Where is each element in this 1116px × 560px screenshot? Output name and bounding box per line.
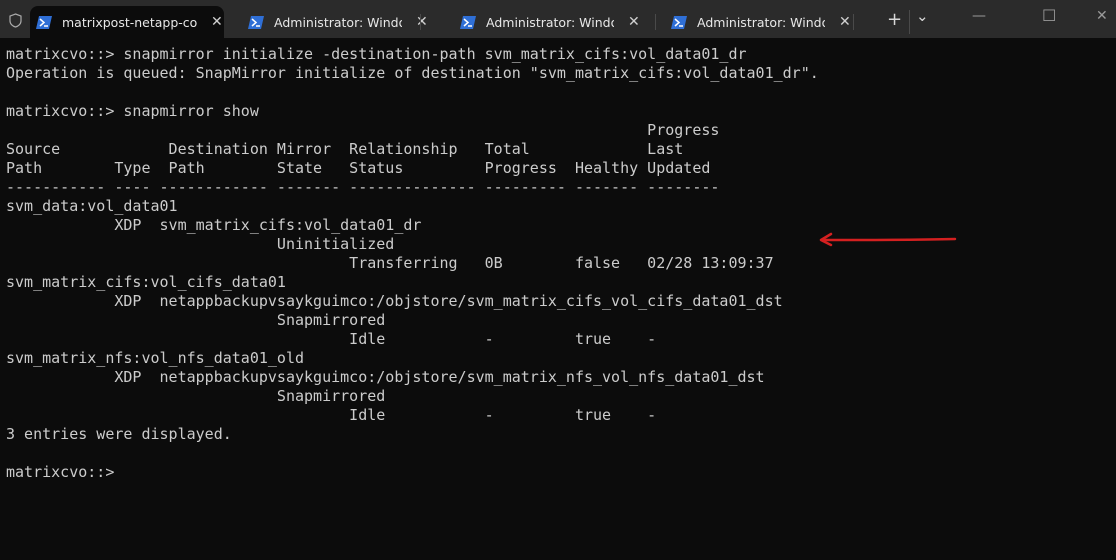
- maximize-button[interactable]: ☐: [1042, 6, 1056, 25]
- terminal-line: Snapmirrored: [6, 387, 386, 405]
- tab-separator: [853, 14, 854, 30]
- tab-label: Administrator: Windows PowerShell: [486, 14, 614, 30]
- tab-matrixpost[interactable]: matrixpost-netapp-conn ✕: [30, 6, 224, 38]
- minimize-button[interactable]: —: [972, 8, 986, 24]
- terminal-line: matrixcvo::>: [6, 463, 124, 481]
- terminal-line: Progress: [6, 121, 720, 139]
- terminal-line: XDP netappbackupvsaykguimco:/objstore/sv…: [6, 292, 783, 310]
- tab-powershell-1[interactable]: Administrator: Windows PowerShell ✕: [242, 6, 434, 38]
- powershell-icon: [36, 15, 52, 29]
- tab-powershell-2[interactable]: Administrator: Windows PowerShell ✕: [454, 6, 646, 38]
- powershell-icon: [671, 15, 687, 29]
- tab-label: Administrator: Windows PowerShell: [274, 14, 402, 30]
- close-tab-icon[interactable]: ✕: [628, 14, 640, 30]
- tab-separator: [909, 10, 910, 34]
- terminal-line: Snapmirrored: [6, 311, 386, 329]
- powershell-icon: [460, 15, 476, 29]
- shield-icon: [9, 13, 22, 28]
- close-tab-icon[interactable]: ✕: [211, 14, 223, 30]
- terminal-line: Source Destination Mirror Relationship T…: [6, 140, 684, 158]
- terminal-line: XDP netappbackupvsaykguimco:/objstore/sv…: [6, 368, 765, 386]
- tab-separator: [420, 14, 421, 30]
- terminal-line: Transferring 0B false 02/28 13:09:37: [6, 254, 774, 272]
- close-tab-icon[interactable]: ✕: [839, 14, 851, 30]
- tab-dropdown-button[interactable]: ⌄: [916, 7, 929, 25]
- terminal-line: Operation is queued: SnapMirror initiali…: [6, 64, 819, 82]
- terminal-line: svm_matrix_cifs:vol_cifs_data01: [6, 273, 286, 291]
- terminal-line: XDP svm_matrix_cifs:vol_data01_dr: [6, 216, 422, 234]
- tab-label: Administrator: Windows PowerShell: [697, 14, 825, 30]
- terminal-line: Idle - true -: [6, 330, 657, 348]
- terminal-line: Uninitialized: [6, 235, 395, 253]
- tab-label: matrixpost-netapp-conn: [62, 14, 197, 30]
- terminal-output[interactable]: matrixcvo::> snapmirror initialize -dest…: [6, 45, 819, 482]
- terminal-line: Idle - true -: [6, 406, 657, 424]
- terminal-line: matrixcvo::> snapmirror show: [6, 102, 259, 120]
- tab-separator: [655, 14, 656, 30]
- terminal-line: Path Type Path State Status Progress Hea…: [6, 159, 711, 177]
- terminal-line: svm_data:vol_data01: [6, 197, 178, 215]
- new-tab-button[interactable]: +: [887, 9, 902, 30]
- title-bar: matrixpost-netapp-conn ✕ Administrator: …: [0, 0, 1116, 38]
- terminal-line: svm_matrix_nfs:vol_nfs_data01_old: [6, 349, 305, 367]
- red-arrow-annotation: [819, 232, 957, 247]
- terminal-line: 3 entries were displayed.: [6, 425, 232, 443]
- close-window-button[interactable]: ✕: [1096, 8, 1108, 24]
- terminal-line: ----------- ---- ------------ ------- --…: [6, 178, 720, 196]
- tab-powershell-3[interactable]: Administrator: Windows PowerShell ✕: [665, 6, 857, 38]
- close-tab-icon[interactable]: ✕: [416, 14, 428, 30]
- powershell-icon: [248, 15, 264, 29]
- terminal-line: matrixcvo::> snapmirror initialize -dest…: [6, 45, 747, 63]
